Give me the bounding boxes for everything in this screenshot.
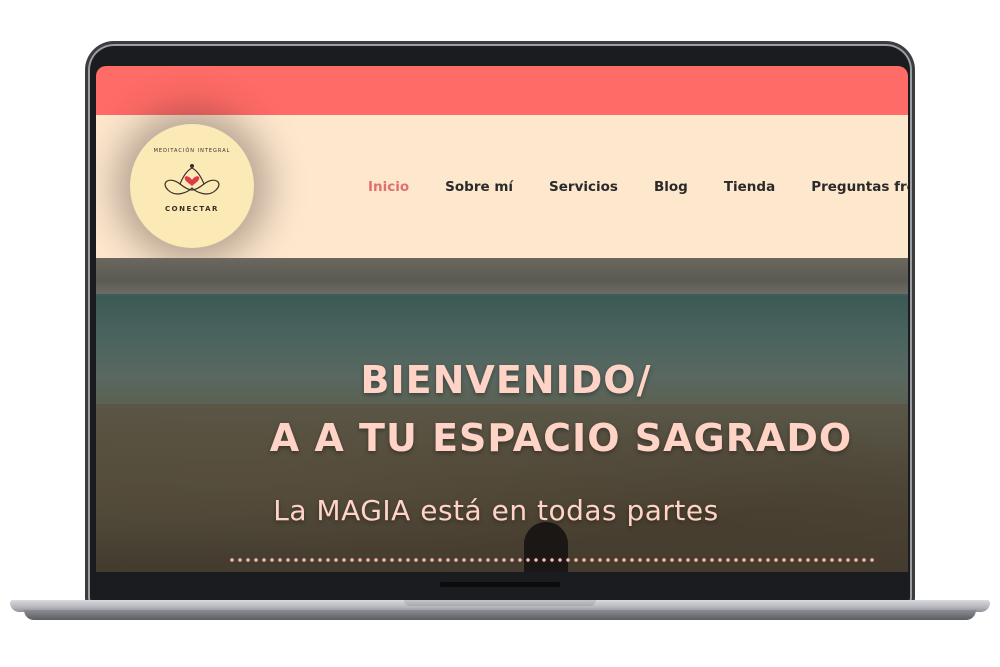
nav-item-servicios[interactable]: Servicios	[549, 179, 618, 195]
meditation-heart-icon	[164, 164, 220, 195]
hero-subtitle: La MAGIA está en todas partes	[273, 494, 719, 527]
logo-tagline: MEDITACIÓN INTEGRAL	[153, 148, 231, 154]
nav-item-blog[interactable]: Blog	[654, 179, 688, 195]
hero-section: BIENVENIDO/ A A TU ESPACIO SAGRADO La MA…	[96, 258, 908, 572]
nav-item-inicio[interactable]: Inicio	[368, 179, 409, 195]
nav-item-tienda[interactable]: Tienda	[724, 179, 775, 195]
laptop-screen: MEDITACIÓN INTEGRAL CONECTAR Inicio Sobr…	[96, 66, 908, 572]
top-announcement-bar	[96, 66, 908, 115]
nav-item-sobre-mi[interactable]: Sobre mí	[445, 179, 513, 195]
logo-brand-name: CONECTAR	[165, 205, 219, 213]
site-header: MEDITACIÓN INTEGRAL CONECTAR Inicio Sobr…	[96, 115, 908, 258]
laptop-hinge	[440, 582, 560, 587]
hero-dotted-divider	[228, 558, 878, 562]
hero-person-silhouette	[524, 522, 568, 572]
laptop-base-bottom	[24, 610, 976, 620]
hero-title-line-1: BIENVENIDO/	[360, 358, 652, 402]
laptop-mockup: MEDITACIÓN INTEGRAL CONECTAR Inicio Sobr…	[0, 0, 1000, 667]
hero-background-mountains	[96, 258, 908, 296]
site-logo[interactable]: MEDITACIÓN INTEGRAL CONECTAR	[130, 124, 254, 248]
nav-item-preguntas-frecuentes[interactable]: Preguntas frecue	[811, 179, 908, 195]
main-navigation: Inicio Sobre mí Servicios Blog Tienda Pr…	[368, 115, 908, 258]
laptop-notch	[404, 600, 596, 606]
hero-title-line-2: A A TU ESPACIO SAGRADO	[269, 416, 853, 460]
